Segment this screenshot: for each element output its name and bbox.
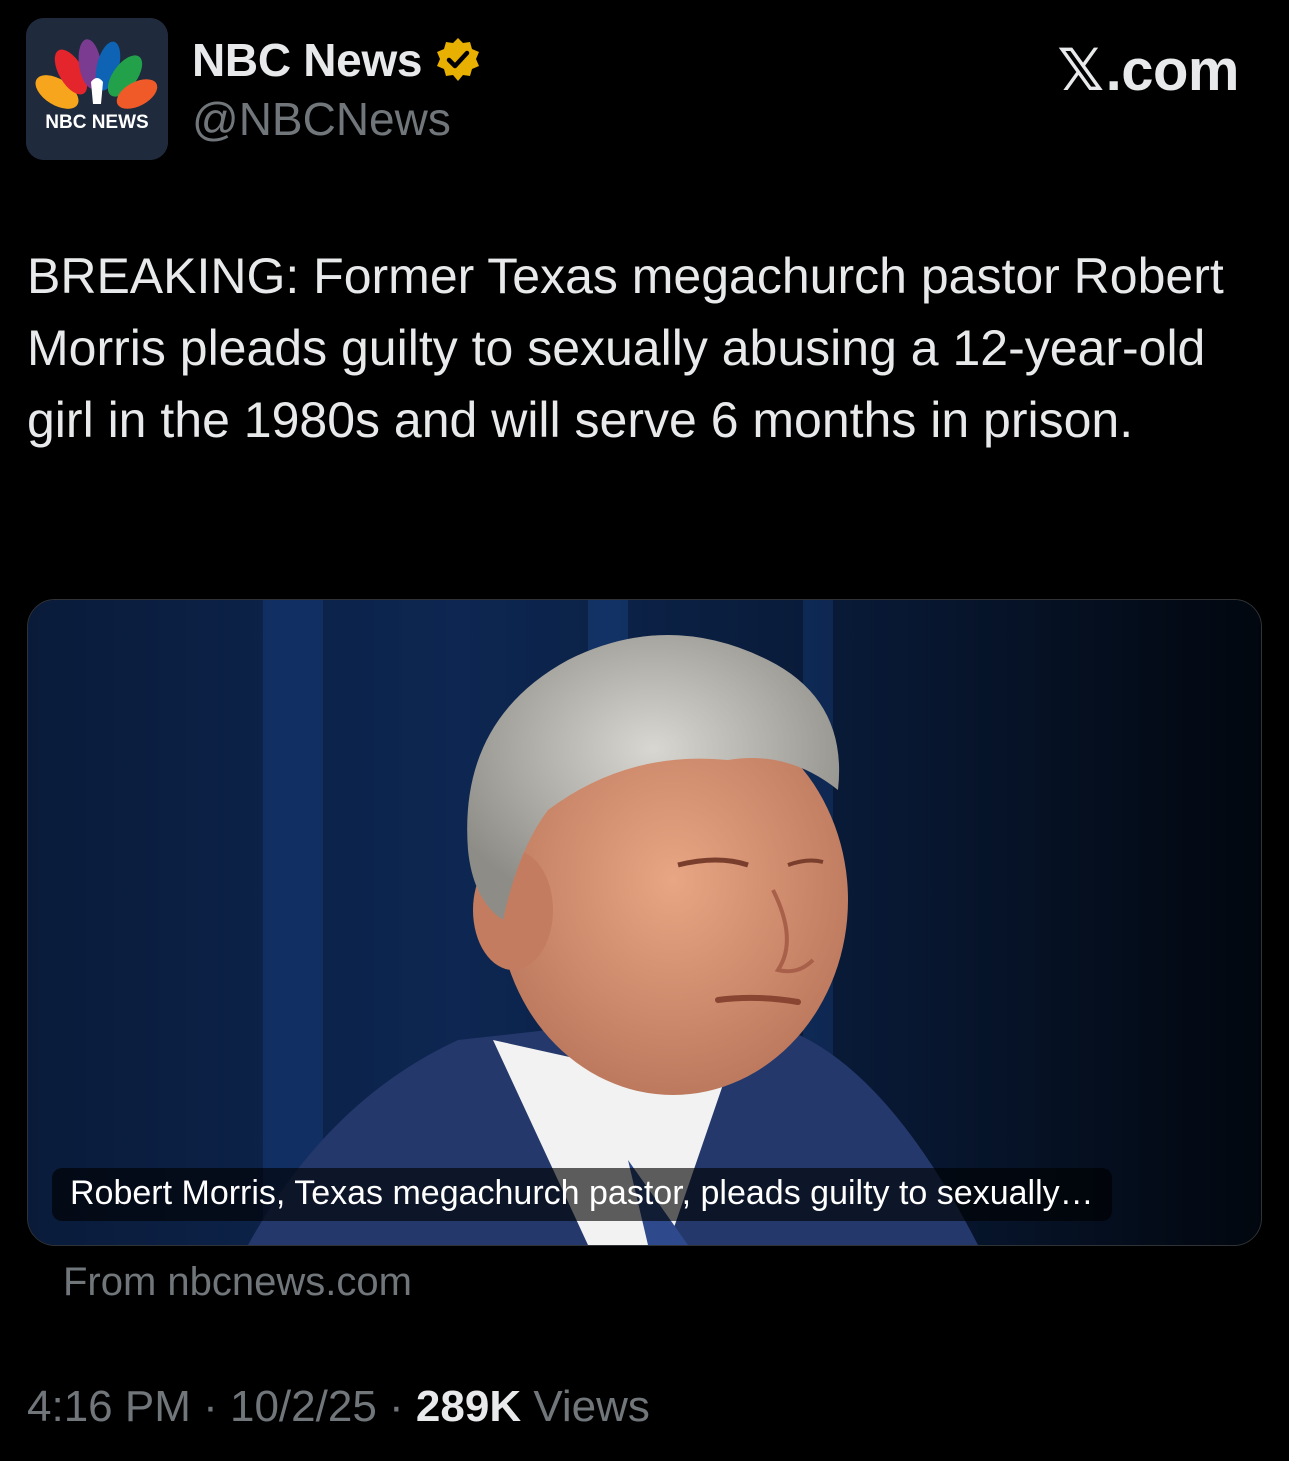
tweet-meta: 4:16 PM · 10/2/25 · 289K Views [27, 1382, 650, 1432]
avatar[interactable]: NBC NEWS [26, 18, 168, 160]
views-label: Views [521, 1382, 650, 1431]
x-com-logo: 𝕏 .com [1057, 36, 1239, 104]
x-logo-icon: 𝕏 [1057, 36, 1104, 104]
card-source[interactable]: From nbcnews.com [63, 1260, 412, 1305]
views-count: 289K [415, 1382, 522, 1431]
card-image [28, 600, 1261, 1245]
x-logo-suffix: .com [1105, 38, 1240, 103]
nbc-peacock-logo: NBC NEWS [26, 18, 168, 160]
card-caption: Robert Morris, Texas megachurch pastor, … [52, 1168, 1112, 1221]
meta-separator: · [190, 1382, 230, 1431]
tweet-text: BREAKING: Former Texas megachurch pastor… [27, 248, 1224, 448]
meta-separator: · [376, 1382, 416, 1431]
handle[interactable]: @NBCNews [192, 92, 451, 146]
link-card[interactable]: Robert Morris, Texas megachurch pastor, … [27, 599, 1262, 1246]
avatar-label: NBC NEWS [45, 112, 148, 133]
tweet-date[interactable]: 10/2/25 [230, 1382, 377, 1431]
tweet-time[interactable]: 4:16 PM [27, 1382, 191, 1431]
verified-badge-icon [434, 36, 482, 84]
author-name-row[interactable]: NBC News [192, 28, 482, 92]
display-name[interactable]: NBC News [192, 33, 423, 87]
